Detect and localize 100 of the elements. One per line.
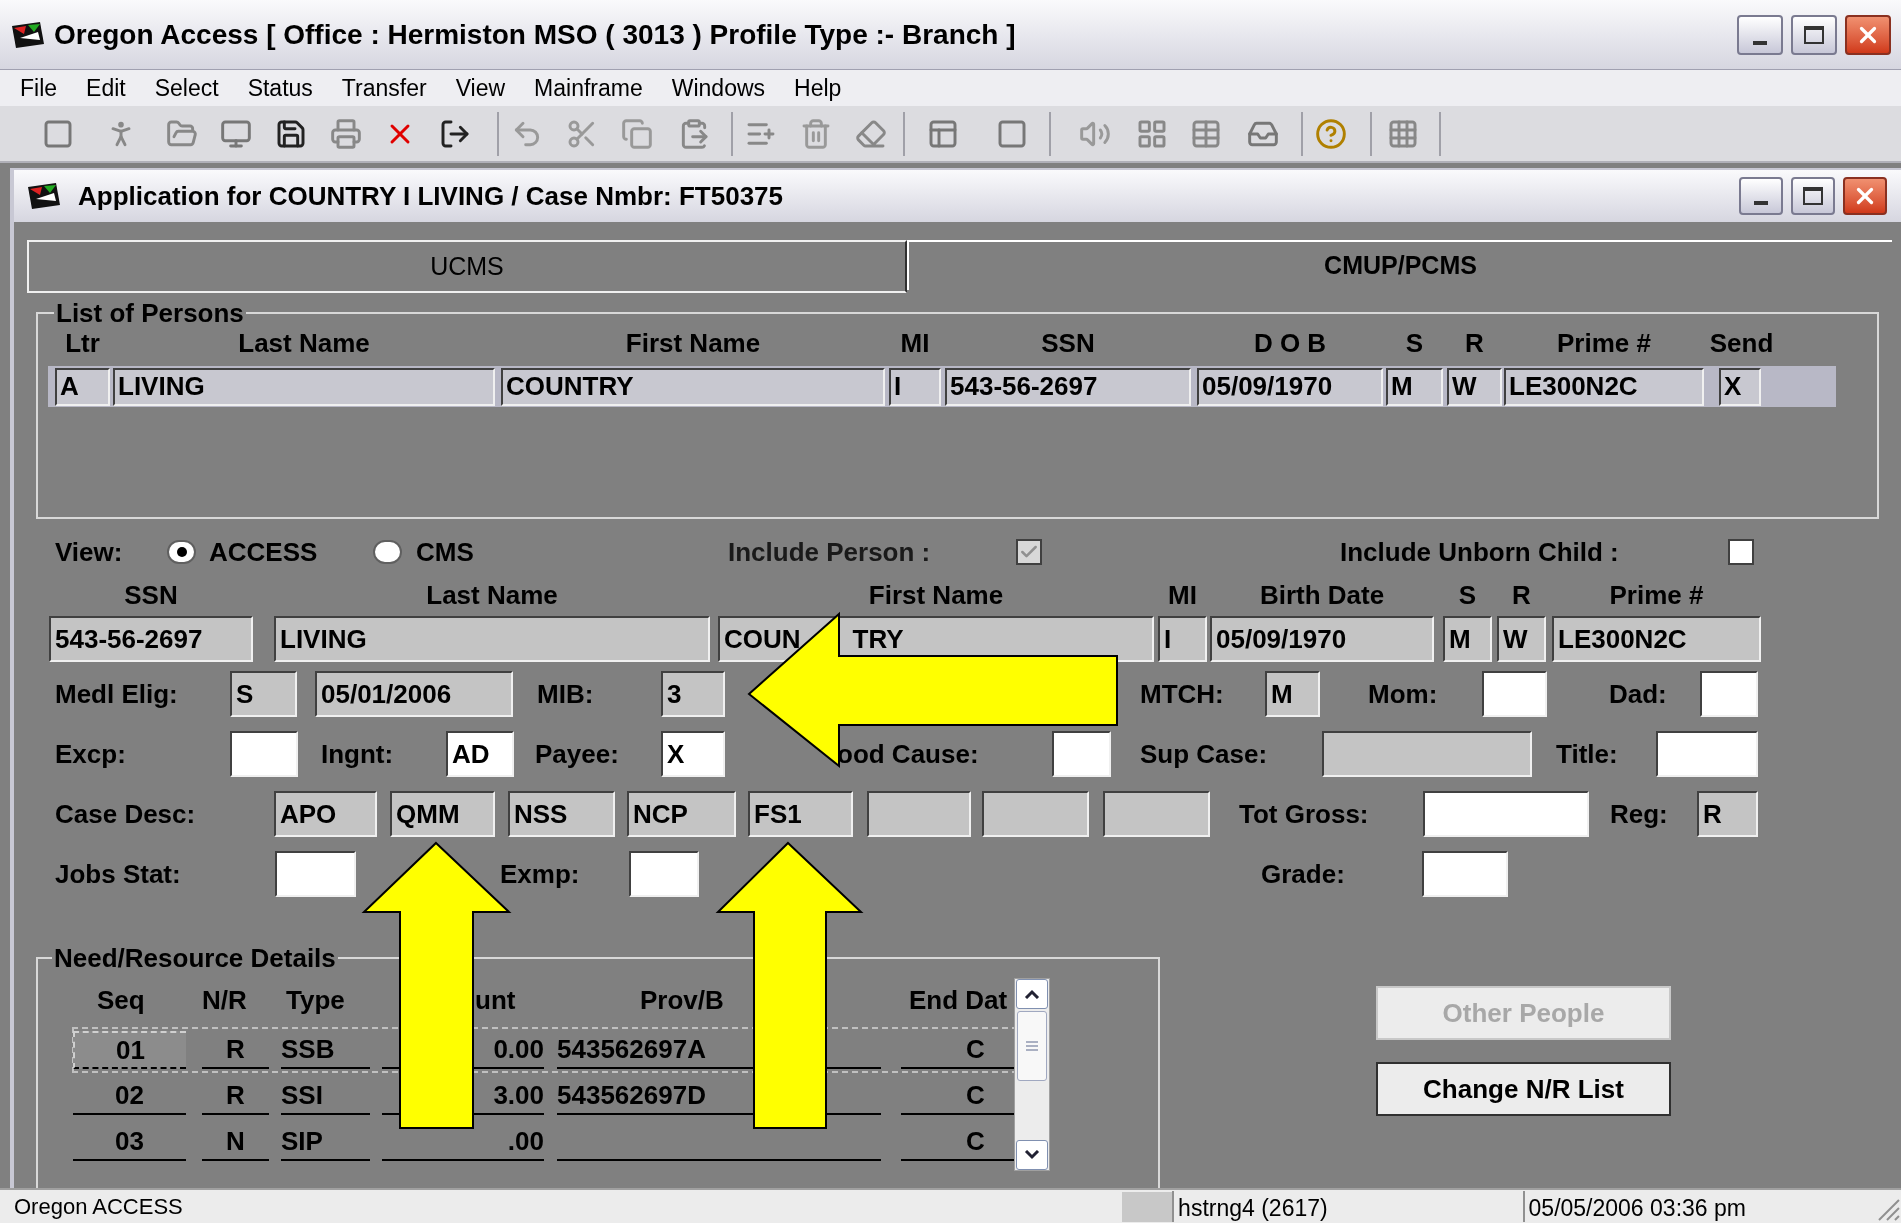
text-field[interactable]	[230, 731, 298, 777]
text-field[interactable]: QMM	[390, 791, 495, 837]
text-field[interactable]: R	[1697, 791, 1758, 837]
table-cell-text: 3.00	[493, 1078, 544, 1112]
text-field[interactable]: 3	[661, 671, 725, 717]
table-cell-text: .00	[507, 1124, 544, 1158]
text-field[interactable]	[1700, 671, 1758, 717]
column-header: MI	[899, 326, 931, 360]
minimize-button[interactable]	[1739, 177, 1783, 215]
text-field[interactable]: LIVING	[274, 616, 710, 662]
column-header: S	[1404, 326, 1425, 360]
menu-item[interactable]: Mainframe	[534, 70, 643, 106]
text-field[interactable]	[867, 791, 971, 837]
text-field[interactable]	[1103, 791, 1210, 837]
status-panel: 05/05/2006 03:36 pm	[1522, 1191, 1836, 1222]
menu-item[interactable]: Transfer	[341, 70, 427, 106]
radio-label[interactable]: CMS	[416, 532, 513, 572]
table-cell-text: C	[966, 1124, 985, 1158]
table-cell: M	[1386, 367, 1443, 406]
exit-icon[interactable]	[439, 118, 471, 150]
column-header: Seq	[97, 983, 146, 1017]
maximize-button[interactable]	[1791, 177, 1835, 215]
field-label: Dad:	[1609, 677, 1668, 711]
tab[interactable]: UCMS	[27, 240, 907, 293]
radio-button[interactable]	[373, 540, 402, 564]
help-icon[interactable]	[1315, 118, 1347, 150]
grid-icon[interactable]	[1387, 118, 1419, 150]
text-field[interactable]: X	[661, 731, 725, 777]
printer-icon[interactable]	[330, 118, 362, 150]
text-field[interactable]: FS1	[748, 791, 853, 837]
table-cell: 05/09/1970	[1197, 367, 1383, 406]
table-cell: 03	[73, 1123, 186, 1161]
push-button[interactable]: Change N/R List	[1376, 1062, 1671, 1116]
tab[interactable]: CMUP/PCMS	[907, 240, 1892, 290]
text-field[interactable]	[1322, 731, 1532, 777]
menu-item[interactable]: Windows	[671, 70, 766, 106]
text-field[interactable]: 05/09/1970	[1210, 616, 1434, 662]
text-field[interactable]: APO	[274, 791, 377, 837]
field-label: Jobs Stat:	[55, 857, 182, 891]
table-cell: 02	[73, 1077, 186, 1115]
text-field[interactable]: LE300N2C	[1552, 616, 1761, 662]
minimize-button[interactable]	[1737, 14, 1783, 55]
eraser-icon[interactable]	[855, 118, 887, 150]
text-field[interactable]: NSS	[508, 791, 615, 837]
radio-label[interactable]: ACCESS	[209, 532, 361, 572]
menu-item[interactable]: Select	[154, 70, 219, 106]
table-cell: W	[1447, 367, 1502, 406]
close-button[interactable]	[1843, 177, 1887, 215]
text-field[interactable]: M	[1443, 616, 1492, 662]
text-field[interactable]: I	[1158, 616, 1207, 662]
text-field[interactable]: S	[230, 671, 297, 717]
square-icon[interactable]	[42, 118, 74, 150]
table-cell: A	[55, 367, 110, 406]
table-cell: 01	[73, 1031, 186, 1069]
text-field[interactable]: 05/01/2006	[315, 671, 513, 717]
menu-item[interactable]: Help	[794, 70, 842, 106]
table-row[interactable]: A LIVING COUNTRY I 543-56-2697 05/09/1970 M W LE300N2C X	[48, 366, 1836, 407]
table-cell: I	[889, 367, 941, 406]
table-icon[interactable]	[1190, 118, 1222, 150]
column-header: Prime #	[1556, 326, 1652, 360]
text-field[interactable]	[1482, 671, 1547, 717]
text-field[interactable]	[1052, 731, 1111, 777]
grid-icon[interactable]	[1136, 118, 1168, 150]
text-field[interactable]	[275, 851, 356, 897]
menu-item[interactable]: View	[455, 70, 506, 106]
text-field[interactable]: W	[1497, 616, 1546, 662]
text-field[interactable]: 543-56-2697	[49, 616, 253, 662]
menu-item[interactable]: Edit	[86, 70, 126, 106]
text-field[interactable]	[1423, 791, 1589, 837]
text-field[interactable]	[1656, 731, 1758, 777]
column-header: Prov/B	[640, 983, 725, 1017]
table-cell-text: 0.00	[493, 1032, 544, 1066]
field-label: Grade:	[1261, 857, 1346, 891]
panels-icon[interactable]	[927, 118, 959, 150]
radio-button[interactable]	[167, 540, 196, 564]
menu-item[interactable]: Status	[247, 70, 313, 106]
menu-item[interactable]: File	[20, 70, 58, 106]
table-cell-text: C	[966, 1078, 985, 1112]
computer-icon[interactable]	[220, 118, 252, 150]
column-header: N/R	[202, 983, 248, 1017]
table-cell-text: C	[966, 1032, 985, 1066]
square-icon[interactable]	[996, 118, 1028, 150]
text-field[interactable]: NCP	[627, 791, 736, 837]
scrollbar[interactable]	[1014, 978, 1050, 1171]
text-field[interactable]	[982, 791, 1089, 837]
table-cell-text: R	[226, 1032, 245, 1066]
field-label: Exmp:	[500, 857, 581, 891]
text-field[interactable]: AD	[446, 731, 514, 777]
table-cell-text: N	[226, 1124, 245, 1158]
checkbox[interactable]	[1728, 539, 1754, 565]
status-panel: hstrng4 (2617)	[1172, 1191, 1523, 1222]
text-field[interactable]: M	[1265, 671, 1320, 717]
maximize-button[interactable]	[1791, 14, 1837, 55]
text-field[interactable]	[629, 851, 699, 897]
group-title: Need/Resource Details	[53, 943, 337, 973]
close-button[interactable]	[1845, 14, 1891, 55]
checkbox-label: Include Person :	[728, 535, 932, 569]
logo-icon	[10, 19, 46, 50]
column-header: SSN	[123, 578, 179, 612]
text-field[interactable]	[1422, 851, 1508, 897]
